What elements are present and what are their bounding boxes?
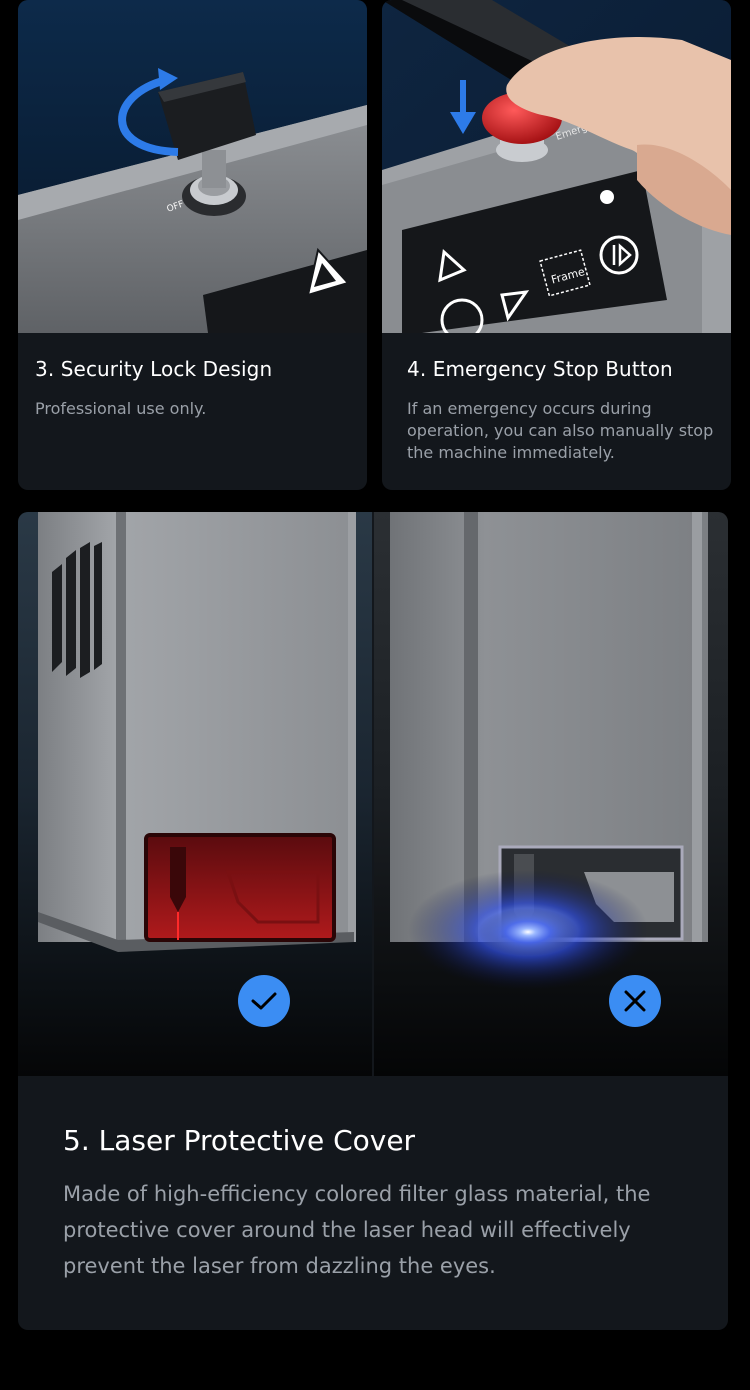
- feature-title: 3. Security Lock Design: [35, 357, 273, 381]
- feature-card-security-lock: OFF 3. Security Lock Design Professional…: [18, 0, 367, 490]
- security-lock-photo: OFF: [18, 0, 367, 333]
- feature-title: 4. Emergency Stop Button: [407, 357, 673, 381]
- feature-card-laser-cover: 5. Laser Protective Cover Made of high-e…: [18, 512, 728, 1330]
- laser-without-cover-photo: [374, 512, 728, 1076]
- check-icon: [251, 992, 277, 1010]
- feature-description: Professional use only.: [35, 399, 207, 418]
- emergency-stop-photo: Frame Emergency: [382, 0, 731, 333]
- recommended-badge: [238, 975, 290, 1027]
- laser-with-cover-photo: [18, 512, 372, 1076]
- feature-description: If an emergency occurs during operation,…: [407, 399, 714, 462]
- close-icon: [624, 990, 646, 1012]
- not-recommended-badge: [609, 975, 661, 1027]
- feature-title: 5. Laser Protective Cover: [63, 1124, 416, 1157]
- feature-card-emergency-stop: Frame Emergency 4. Emergency Stop Button…: [382, 0, 731, 490]
- feature-description: Made of high-efficiency colored filter g…: [63, 1182, 651, 1278]
